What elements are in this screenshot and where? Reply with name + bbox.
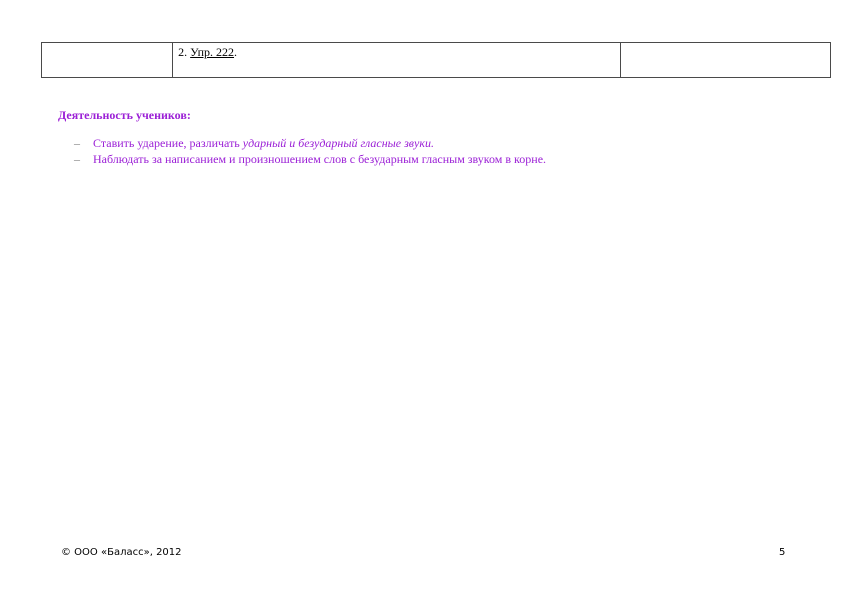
student-activities-title: Деятельность учеников:: [58, 108, 191, 122]
table-cell-middle: 2. Упр. 222.: [172, 42, 621, 78]
footer-copyright: © ООО «Баласс», 2012: [61, 547, 182, 558]
student-activities-section: Деятельность учеников: – Ставить ударени…: [58, 108, 798, 167]
exercise-link[interactable]: Упр. 222: [190, 45, 234, 59]
list-item: – Ставить ударение, различать ударный и …: [58, 135, 798, 151]
list-item-text: Ставить ударение, различать: [93, 136, 243, 150]
lesson-table: 2. Упр. 222.: [40, 42, 832, 78]
dash-bullet-icon: –: [74, 136, 80, 150]
table-cell-left: [40, 42, 174, 78]
exercise-suffix: .: [234, 45, 238, 59]
exercise-prefix: 2.: [178, 45, 191, 59]
list-item: – Наблюдать за написанием и произношение…: [58, 151, 798, 167]
table-row: 2. Упр. 222.: [40, 42, 832, 78]
page-number: 5: [779, 547, 786, 558]
list-item-italic-text: ударный и безударный гласные звуки.: [242, 136, 434, 150]
student-activities-list: – Ставить ударение, различать ударный и …: [58, 135, 798, 167]
dash-bullet-icon: –: [74, 152, 80, 166]
table-cell-right: [619, 42, 832, 78]
list-item-text: Наблюдать за написанием и произношением …: [93, 152, 547, 166]
